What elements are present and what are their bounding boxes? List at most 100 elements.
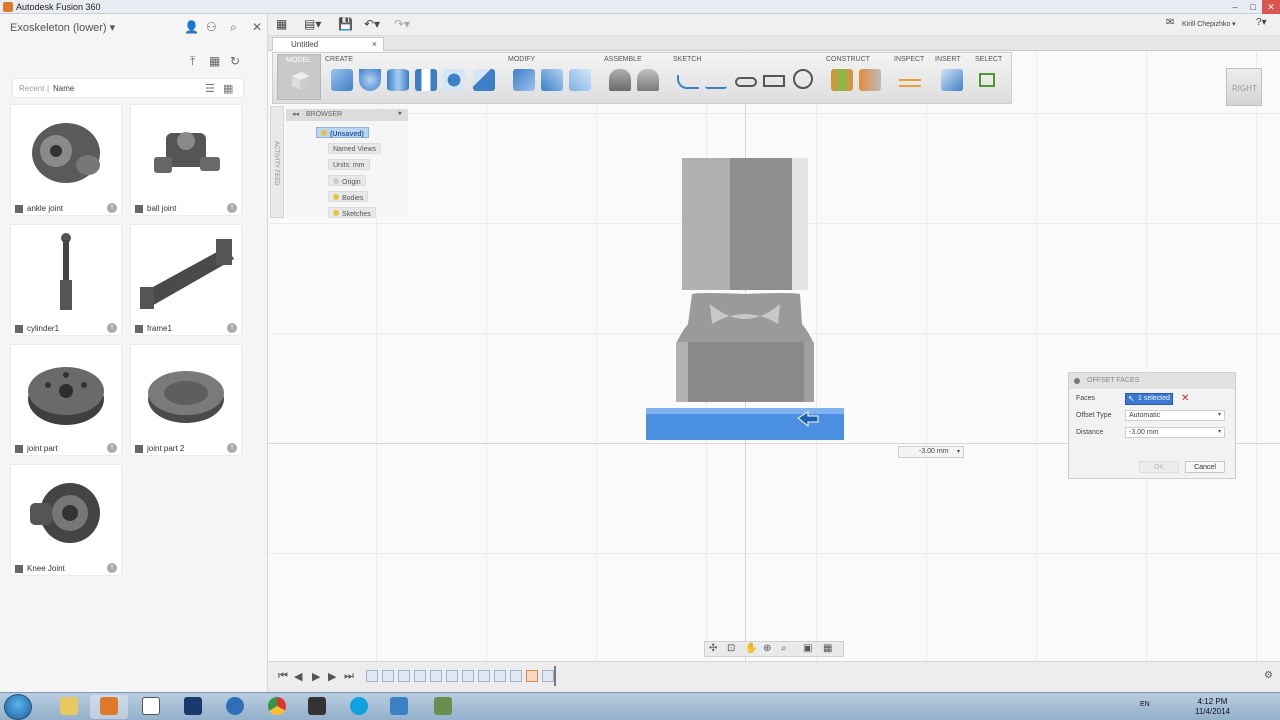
pattern-tool-icon[interactable] [443,69,465,91]
distance-field[interactable]: -3.00 mm ▾ [1125,427,1225,438]
tab-untitled[interactable]: Untitled × [272,37,384,51]
offset-plane-tool-icon[interactable] [831,69,853,91]
visibility-bulb-icon[interactable] [333,194,339,200]
search-icon[interactable]: ⌕ [230,20,237,35]
modify-group-label[interactable]: MODIFY [508,56,535,63]
orbit-icon[interactable]: ✣ [709,643,717,654]
arc-tool-icon[interactable] [705,75,727,89]
skype-taskbar-icon[interactable] [340,695,378,719]
dialog-header[interactable]: OFFSET FACES [1069,373,1235,389]
save-icon[interactable]: 💾 [338,17,353,31]
view-cube[interactable]: RIGHT [1226,68,1262,106]
app-taskbar-icon[interactable] [132,695,170,719]
close-panel-icon[interactable]: ✕ [252,20,262,34]
redo-icon[interactable]: ↷▾ [394,17,410,31]
grid-settings-icon[interactable]: ▦ [823,643,832,654]
timeline-feature[interactable] [526,670,538,682]
fusion-taskbar-icon[interactable] [90,695,128,719]
mirror-tool-icon[interactable] [415,69,437,91]
collapse-browser-icon[interactable]: ◂◂ [292,110,299,118]
timeline-feature[interactable] [478,670,490,682]
timeline-feature[interactable] [446,670,458,682]
clear-selection-icon[interactable]: ✕ [1181,393,1189,404]
measure-tool-icon[interactable] [899,79,921,87]
browser-header[interactable]: ◂◂ BROWSER ● [286,109,408,121]
sketch-group-label[interactable]: SKETCH [673,56,701,63]
upload-icon[interactable]: ⤒ [190,54,195,69]
people-icon[interactable]: ⚇ [206,20,217,34]
pan-icon[interactable]: ✋ [745,643,757,654]
select-tool-icon[interactable] [979,73,995,87]
cylinder-tool-icon[interactable] [387,69,409,91]
user-menu[interactable]: Kirill Chepizhko ▾ [1182,20,1236,28]
timeline-feature[interactable] [462,670,474,682]
browser-node-origin[interactable]: Origin [328,175,366,186]
cancel-button[interactable]: Cancel [1185,461,1225,473]
chrome-taskbar-icon[interactable] [258,695,296,719]
start-button[interactable] [4,694,32,720]
info-icon[interactable]: i [227,323,237,333]
step-back-icon[interactable]: ◀ [294,670,302,683]
fillet-tool-icon[interactable] [541,69,563,91]
create-group-label[interactable]: CREATE [325,56,353,63]
design-thumbnail[interactable]: ball joint i [130,104,242,216]
project-selector[interactable]: Exoskeleton (lower) ▾ [10,21,115,34]
undo-icon[interactable]: ↶▾ [364,17,380,31]
visibility-bulb-icon[interactable] [333,178,339,184]
timeline-feature[interactable] [494,670,506,682]
close-window-button[interactable]: ✕ [1262,0,1280,14]
browser-root-node[interactable]: (Unsaved) [316,127,369,138]
browser-pin-icon[interactable]: ● [398,110,402,117]
design-thumbnail[interactable]: ankle joint i [10,104,122,216]
help-icon[interactable]: ?▾ [1256,17,1267,28]
app-taskbar-icon[interactable] [424,695,462,719]
info-icon[interactable]: i [107,203,117,213]
explorer-taskbar-icon[interactable] [50,695,88,719]
joint-tool-icon[interactable] [609,69,631,91]
ok-button[interactable]: OK [1139,461,1179,473]
rectangle-tool-icon[interactable] [763,75,785,87]
circle-tool-icon[interactable] [793,69,813,89]
language-indicator[interactable]: EN [1140,701,1150,708]
data-panel-toggle-icon[interactable]: ▦ [276,17,287,31]
play-icon[interactable]: ▶ [312,670,320,683]
system-clock[interactable]: 4:12 PM 11/4/2014 [1195,697,1230,717]
app-taskbar-icon[interactable] [380,695,418,719]
grid-view-icon[interactable]: ▦ [209,54,220,68]
browser-node-sketches[interactable]: Sketches [328,207,376,218]
minimize-button[interactable]: – [1226,0,1244,14]
media-taskbar-icon[interactable] [298,695,336,719]
file-menu-icon[interactable]: ▤▾ [304,17,321,31]
browser-node-units[interactable]: Units: mm [328,159,370,170]
assemble-group-label[interactable]: ASSEMBLE [604,56,642,63]
activity-feed-tab[interactable]: ACTIVITY FEED [270,106,284,218]
look-at-icon[interactable]: ⊡ [727,643,735,654]
timeline-feature[interactable] [366,670,378,682]
maximize-button[interactable]: □ [1244,0,1262,14]
as-built-joint-tool-icon[interactable] [637,69,659,91]
photoshop-taskbar-icon[interactable] [174,695,212,719]
display-settings-icon[interactable]: ▣ [803,643,812,654]
distance-input-box[interactable]: -3.00 mm ▾ [898,446,964,458]
browser-node-named-views[interactable]: Named Views [328,143,382,154]
thumbnail-view-icon[interactable]: ▦ [223,82,233,95]
insert-tool-icon[interactable] [941,69,963,91]
info-icon[interactable]: i [227,443,237,453]
shell-tool-icon[interactable] [569,69,591,91]
timeline-feature[interactable] [542,670,554,682]
timeline-feature[interactable] [398,670,410,682]
design-thumbnail[interactable]: Knee Joint i [10,464,122,576]
timeline-marker[interactable] [554,666,556,686]
press-pull-tool-icon[interactable] [513,69,535,91]
design-thumbnail[interactable]: joint part 2 i [130,344,242,456]
user-icon[interactable]: 👤 [184,20,199,34]
line-tool-icon[interactable] [677,75,699,89]
timeline-feature[interactable] [414,670,426,682]
construct-group-label[interactable]: CONSTRUCT [826,56,870,63]
design-thumbnail[interactable]: frame1 i [130,224,242,336]
box-tool-icon[interactable] [331,69,353,91]
design-thumbnail[interactable]: joint part i [10,344,122,456]
go-to-end-icon[interactable]: ⏭ [344,670,354,683]
visibility-bulb-icon[interactable] [333,210,339,216]
zoom-icon[interactable]: ⊕ [763,643,771,654]
